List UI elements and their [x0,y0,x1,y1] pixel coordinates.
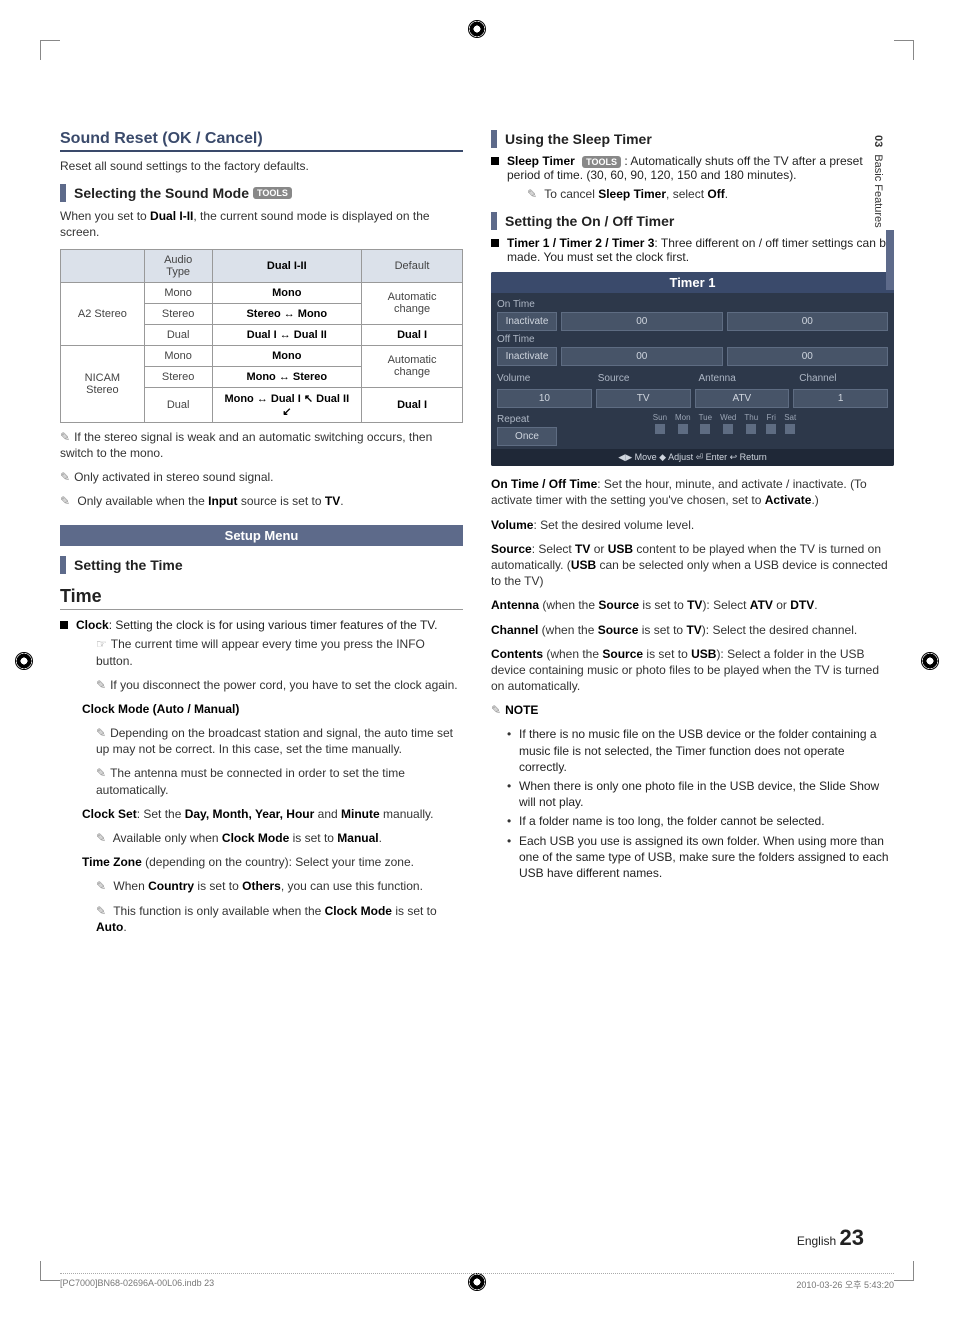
note-input-tv: Only available when the Input source is … [60,493,463,509]
field-repeat[interactable]: Once [497,427,557,446]
chapter-title: Basic Features [872,154,884,227]
checkbox-tue[interactable] [700,424,710,434]
checkbox-fri[interactable] [766,424,776,434]
field-off-minute[interactable]: 00 [727,347,889,366]
tools-badge-icon: TOOLS [253,187,292,199]
field-off-inactivate[interactable]: Inactivate [497,347,557,366]
note-clockset-manual: Available only when Clock Mode is set to… [60,830,463,846]
checkbox-sun[interactable] [655,424,665,434]
page-footer: English 23 [0,1225,954,1251]
text-select-sound: When you set to Dual I-II, the current s… [60,208,463,240]
desc-antenna: Antenna (when the Source is set to TV): … [491,597,894,613]
item-timer123: Timer 1 / Timer 2 / Timer 3: Three diffe… [491,236,894,264]
days-row: Sun Mon Tue Wed Thu Fri Sat [561,411,888,440]
footer-language: English [797,1234,836,1248]
bullet-square-icon [491,239,499,247]
list-item: When there is only one photo file in the… [519,778,894,810]
timer-footer-hints: ◀▶ Move ◆ Adjust ⏎ Enter ↩ Return [491,449,894,466]
list-item: Each USB you use is assigned its own fol… [519,833,894,882]
source-filename: [PC7000]BN68-02696A-00L06.indb 23 [60,1278,214,1291]
field-on-inactivate[interactable]: Inactivate [497,312,557,331]
note-weak-signal: If the stereo signal is weak and an auto… [60,429,463,461]
heading-sound-reset: Sound Reset (OK / Cancel) [60,130,463,152]
label-channel: Channel [799,373,888,384]
text-sound-reset: Reset all sound settings to the factory … [60,158,463,174]
timer-settings-widget: Timer 1 On Time Inactivate 00 00 Off Tim… [491,272,894,466]
heading-clock-mode: Clock Mode (Auto / Manual) [60,701,463,717]
heading-sleep-timer: Using the Sleep Timer [505,131,652,147]
label-on-time: On Time [497,299,888,310]
label-volume: Volume [497,373,586,384]
checkbox-sat[interactable] [785,424,795,434]
item-time-zone: Time Zone (depending on the country): Se… [60,854,463,870]
desc-contents: Contents (when the Source is set to USB)… [491,646,894,695]
chapter-number: 03 [872,135,884,147]
heading-time: Time [60,586,463,610]
note-broadcast-signal: Depending on the broadcast station and s… [60,725,463,757]
field-volume[interactable]: 10 [497,389,592,408]
field-on-minute[interactable]: 00 [727,312,889,331]
field-antenna[interactable]: ATV [695,389,790,408]
field-source[interactable]: TV [596,389,691,408]
item-clock-set: Clock Set: Set the Day, Month, Year, Hou… [60,806,463,822]
checkbox-mon[interactable] [678,424,688,434]
list-item: If a folder name is too long, the folder… [519,813,894,829]
desc-volume: Volume: Set the desired volume level. [491,517,894,533]
label-off-time: Off Time [497,334,888,345]
print-timestamp: 2010-03-26 오후 5:43:20 [796,1278,894,1291]
setup-menu-banner: Setup Menu [60,525,463,546]
tools-badge-icon: TOOLS [582,156,621,168]
checkbox-wed[interactable] [723,424,733,434]
note-current-time-info: The current time will appear every time … [60,636,463,668]
bullet-square-icon [491,157,499,165]
note-bullet-list: If there is no music file on the USB dev… [491,726,894,881]
heading-onoff-timer: Setting the On / Off Timer [505,213,674,229]
heading-select-sound-mode: Selecting the Sound Mode [74,185,249,201]
list-item: If there is no music file on the USB dev… [519,726,894,775]
desc-channel: Channel (when the Source is set to TV): … [491,622,894,638]
accent-bar-icon [60,184,66,202]
item-sleep-timer: Sleep Timer TOOLS : Automatically shuts … [491,154,894,182]
field-off-hour[interactable]: 00 [561,347,723,366]
checkbox-thu[interactable] [746,424,756,434]
note-stereo-only: Only activated in stereo sound signal. [60,469,463,485]
label-source: Source [598,373,687,384]
heading-setting-time: Setting the Time [74,557,183,573]
accent-bar-icon [491,212,497,230]
page-number: 23 [840,1225,864,1250]
field-on-hour[interactable]: 00 [561,312,723,331]
note-tz-auto: This function is only available when the… [60,903,463,935]
note-heading: NOTE [491,702,894,718]
item-clock: Clock: Setting the clock is for using va… [60,618,463,632]
chapter-side-tab: 03 Basic Features [872,135,884,228]
label-repeat: Repeat [497,414,557,425]
field-channel[interactable]: 1 [793,389,888,408]
bullet-square-icon [60,621,68,629]
accent-bar-icon [60,556,66,574]
side-thumb-indicator [886,230,894,290]
note-tz-country: When Country is set to Others, you can u… [60,878,463,894]
note-power-cord: If you disconnect the power cord, you ha… [60,677,463,693]
desc-on-off-time: On Time / Off Time: Set the hour, minute… [491,476,894,508]
label-antenna: Antenna [699,373,788,384]
timer-title: Timer 1 [491,272,894,293]
desc-source: Source: Select TV or USB content to be p… [491,541,894,590]
note-cancel-sleep: To cancel Sleep Timer, select Off. [491,186,894,202]
accent-bar-icon [491,130,497,148]
note-antenna-required: The antenna must be connected in order t… [60,765,463,797]
print-metadata: [PC7000]BN68-02696A-00L06.indb 23 2010-0… [60,1273,894,1291]
sound-mode-table: Audio Type Dual I-II Default A2 Stereo M… [60,249,463,423]
